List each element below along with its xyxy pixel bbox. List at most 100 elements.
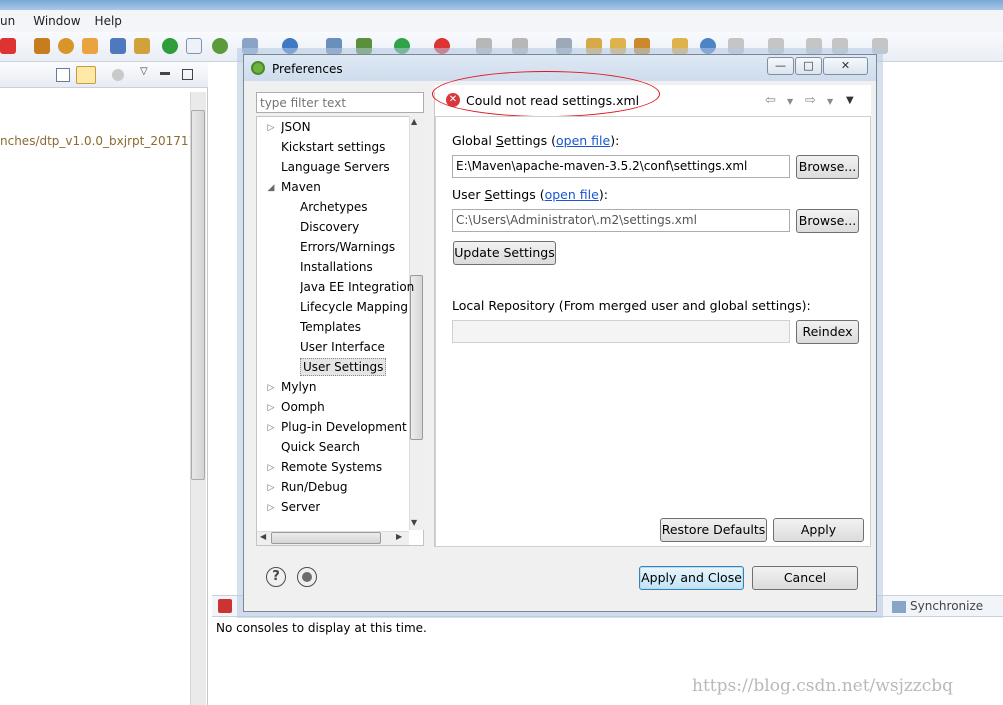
toolbar-search-icon[interactable] xyxy=(326,38,342,54)
tree-expand-arrow-icon[interactable]: ◢ xyxy=(266,179,276,197)
problems-icon[interactable] xyxy=(218,599,232,613)
toolbar-link-icon[interactable] xyxy=(58,38,74,54)
user-settings-label: User Settings (open file): xyxy=(452,187,608,202)
toolbar-globe-icon[interactable] xyxy=(282,38,298,54)
tree-item[interactable]: Run/Debug xyxy=(281,478,348,496)
tree-horizontal-scrollbar-thumb[interactable] xyxy=(271,532,381,544)
filter-input[interactable] xyxy=(256,92,424,113)
tree-item[interactable]: Discovery xyxy=(300,218,359,236)
toolbar-swap-icon[interactable] xyxy=(134,38,150,54)
tree-item[interactable]: Maven xyxy=(281,178,321,196)
focus-icon[interactable] xyxy=(112,69,124,81)
toolbar-stop-icon[interactable] xyxy=(434,38,450,54)
tree-item[interactable]: Templates xyxy=(300,318,361,336)
apply-and-close-button[interactable]: Apply and Close xyxy=(639,566,744,590)
toolbar-refactor-icon[interactable] xyxy=(82,38,98,54)
tree-item[interactable]: Plug-in Development xyxy=(281,418,407,436)
toolbar-wand-icon[interactable] xyxy=(34,38,50,54)
update-settings-button[interactable]: Update Settings xyxy=(453,241,556,265)
toolbar-web-icon[interactable] xyxy=(700,38,716,54)
tree-scroll-up-icon[interactable]: ▲ xyxy=(411,117,417,126)
toolbar-pen-icon[interactable] xyxy=(634,38,650,54)
toolbar-new-icon[interactable] xyxy=(242,38,258,54)
tree-scroll-right-icon[interactable]: ▶ xyxy=(396,532,402,541)
toolbar-toggle-icon[interactable] xyxy=(186,38,202,54)
tree-expand-arrow-icon[interactable]: ▷ xyxy=(266,379,276,397)
synchronize-tab[interactable]: Synchronize xyxy=(910,599,983,613)
tree-item[interactable]: Java EE Integration xyxy=(300,278,414,296)
minimize-button[interactable]: — xyxy=(767,57,794,75)
user-browse-button[interactable]: Browse... xyxy=(796,209,859,233)
tree-item[interactable]: Remote Systems xyxy=(281,458,382,476)
toolbar-nav-icon[interactable] xyxy=(768,38,784,54)
toolbar-back-icon[interactable] xyxy=(832,38,848,54)
synchronize-icon[interactable] xyxy=(892,601,906,613)
maximize-icon[interactable] xyxy=(182,69,193,80)
toolbar-pin-icon[interactable] xyxy=(728,38,744,54)
tree-item[interactable]: Errors/Warnings xyxy=(300,238,395,256)
help-icon[interactable]: ? xyxy=(266,567,286,587)
global-open-file-link[interactable]: open file xyxy=(556,133,610,148)
tree-item[interactable]: Installations xyxy=(300,258,373,276)
tree-scroll-down-icon[interactable]: ▼ xyxy=(411,518,417,527)
tree-item[interactable]: Server xyxy=(281,498,320,516)
toolbar-last-edit-icon[interactable] xyxy=(806,38,822,54)
toolbar-run-icon[interactable] xyxy=(0,38,16,54)
user-open-file-link[interactable]: open file xyxy=(545,187,599,202)
global-settings-field[interactable]: E:\Maven\apache-maven-3.5.2\conf\setting… xyxy=(452,155,790,178)
tree-item[interactable]: Lifecycle Mapping xyxy=(300,298,408,316)
tree-item[interactable]: Kickstart settings xyxy=(281,138,385,156)
tree-expand-arrow-icon[interactable]: ▷ xyxy=(266,479,276,497)
toolbar-abc-icon[interactable] xyxy=(556,38,572,54)
toolbar-folder-icon[interactable] xyxy=(586,38,602,54)
tree-item[interactable]: User Interface xyxy=(300,338,385,356)
apply-button[interactable]: Apply xyxy=(773,518,864,542)
tree-item[interactable]: Quick Search xyxy=(281,438,360,456)
tree-expand-arrow-icon[interactable]: ▷ xyxy=(266,459,276,477)
reindex-button[interactable]: Reindex xyxy=(796,320,859,344)
tree-expand-arrow-icon[interactable]: ▷ xyxy=(266,399,276,417)
left-scrollbar-thumb[interactable] xyxy=(191,110,205,480)
tree-item[interactable]: JSON xyxy=(281,118,311,136)
record-icon[interactable] xyxy=(297,567,317,587)
global-browse-button[interactable]: Browse... xyxy=(796,155,859,179)
toolbar-spring-icon[interactable] xyxy=(212,38,228,54)
toolbar-run-play-icon[interactable] xyxy=(394,38,410,54)
user-settings-field[interactable]: C:\Users\Administrator\.m2\settings.xml xyxy=(452,209,790,232)
menu-help[interactable]: Help xyxy=(89,14,130,28)
menu-run[interactable]: un xyxy=(0,14,23,28)
tree-scroll-left-icon[interactable]: ◀ xyxy=(260,532,266,541)
link-editor-icon[interactable] xyxy=(76,66,96,84)
tree-expand-arrow-icon[interactable]: ▷ xyxy=(266,119,276,137)
package-explorer-panel xyxy=(0,62,208,705)
maximize-button[interactable]: □ xyxy=(795,57,822,75)
minimize-icon[interactable] xyxy=(160,72,170,75)
toolbar-power-icon[interactable] xyxy=(162,38,178,54)
tree-item[interactable]: User Settings xyxy=(300,358,387,376)
tree-expand-arrow-icon[interactable]: ▷ xyxy=(266,419,276,437)
tree-expand-arrow-icon[interactable]: ▷ xyxy=(266,499,276,517)
view-menu-icon[interactable]: ▽ xyxy=(140,66,148,77)
page-menu-icon[interactable]: ▼ xyxy=(846,95,854,106)
project-path[interactable]: nches/dtp_v1.0.0_bxjrpt_2017110 xyxy=(0,134,204,148)
tree-item[interactable]: Language Servers xyxy=(281,158,390,176)
forward-dropdown-icon[interactable]: ▼ xyxy=(827,97,833,106)
tree-vertical-scrollbar-thumb[interactable] xyxy=(410,275,423,440)
tree-item[interactable]: Archetypes xyxy=(300,198,368,216)
back-dropdown-icon[interactable]: ▼ xyxy=(787,97,793,106)
forward-arrow-icon[interactable]: ⇨ xyxy=(805,93,816,108)
toolbar-forward-icon[interactable] xyxy=(872,38,888,54)
toolbar-open-type-icon[interactable] xyxy=(672,38,688,54)
window-title-strip xyxy=(0,0,1003,10)
tree-item[interactable]: Oomph xyxy=(281,398,325,416)
toolbar-list-icon[interactable] xyxy=(110,38,126,54)
back-arrow-icon[interactable]: ⇦ xyxy=(765,93,776,108)
collapse-all-icon[interactable] xyxy=(56,68,70,82)
tree-item[interactable]: Mylyn xyxy=(281,378,317,396)
cancel-button[interactable]: Cancel xyxy=(752,566,858,590)
toolbar-open-folder-icon[interactable] xyxy=(610,38,626,54)
close-button[interactable]: ✕ xyxy=(823,57,868,75)
menu-window[interactable]: Window xyxy=(23,14,88,28)
toolbar-debug-icon[interactable] xyxy=(356,38,372,54)
restore-defaults-button[interactable]: Restore Defaults xyxy=(660,518,767,542)
